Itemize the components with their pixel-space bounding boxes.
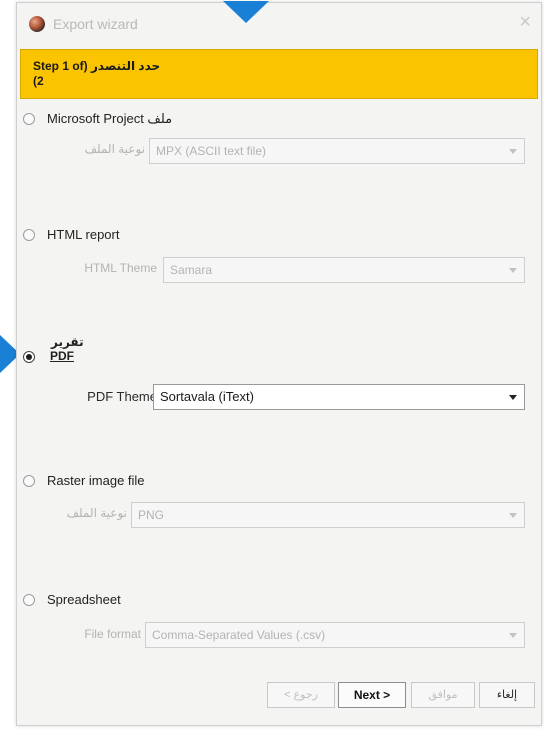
chevron-down-icon [509, 395, 517, 400]
radio-spreadsheet[interactable] [23, 594, 35, 606]
select-html-theme-value: Samara [170, 263, 213, 277]
select-pdf-theme[interactable]: Sortavala (iText) [153, 384, 525, 410]
label-raster-image: Raster image file [47, 473, 145, 488]
select-project-file-type-value: MPX (ASCII text file) [156, 144, 267, 158]
field-label-pdf-theme: PDF Theme [87, 389, 157, 404]
app-logo-icon [29, 16, 45, 32]
chevron-down-icon [509, 513, 517, 518]
window-title: Export wizard [53, 16, 138, 32]
label-pdf: PDF [50, 349, 74, 363]
radio-raster-image[interactable] [23, 475, 35, 487]
select-image-type-value: PNG [138, 508, 165, 522]
next-button[interactable]: Next > [338, 682, 406, 708]
back-button[interactable]: < رجوع [267, 682, 335, 708]
field-label-file-type: نوعية الملف [84, 142, 145, 156]
field-label-image-type: نوعية الملف [66, 506, 127, 520]
radio-pdf[interactable] [23, 351, 35, 363]
label-html-report: HTML report [47, 227, 120, 242]
chevron-down-icon [509, 268, 517, 273]
chevron-down-icon [509, 149, 517, 154]
select-image-type[interactable]: PNG [131, 502, 525, 528]
close-icon[interactable]: × [519, 12, 531, 32]
step-banner: Step 1 of) حدد التنصدر (2 [20, 49, 538, 99]
select-html-theme[interactable]: Samara [163, 257, 525, 283]
field-label-html-theme: HTML Theme [84, 261, 157, 275]
label-microsoft-project: Microsoft Project ملف [47, 111, 173, 126]
label-spreadsheet: Spreadsheet [47, 592, 121, 607]
step-indicator-text: Step 1 of) حدد التنصدر (2 [33, 59, 283, 89]
label-pdf-arabic: تقرير [51, 335, 84, 349]
radio-html-report[interactable] [23, 229, 35, 241]
field-label-file-format: File format [84, 627, 141, 641]
cancel-button[interactable]: إلغاء [479, 682, 535, 708]
select-file-format[interactable]: Comma-Separated Values (.csv) [145, 622, 525, 648]
select-project-file-type[interactable]: MPX (ASCII text file) [149, 138, 525, 164]
select-file-format-value: Comma-Separated Values (.csv) [152, 628, 326, 642]
finish-button[interactable]: موافق [411, 682, 475, 708]
step-text-line: Step 1 of) حدد التنصدر (2 [33, 59, 161, 88]
export-wizard-dialog: Export wizard × Step 1 of) حدد التنصدر (… [16, 1, 542, 726]
chevron-down-icon [509, 633, 517, 638]
select-pdf-theme-value: Sortavala (iText) [160, 389, 254, 404]
radio-microsoft-project[interactable] [23, 113, 35, 125]
title-bar: Export wizard × [17, 3, 541, 43]
